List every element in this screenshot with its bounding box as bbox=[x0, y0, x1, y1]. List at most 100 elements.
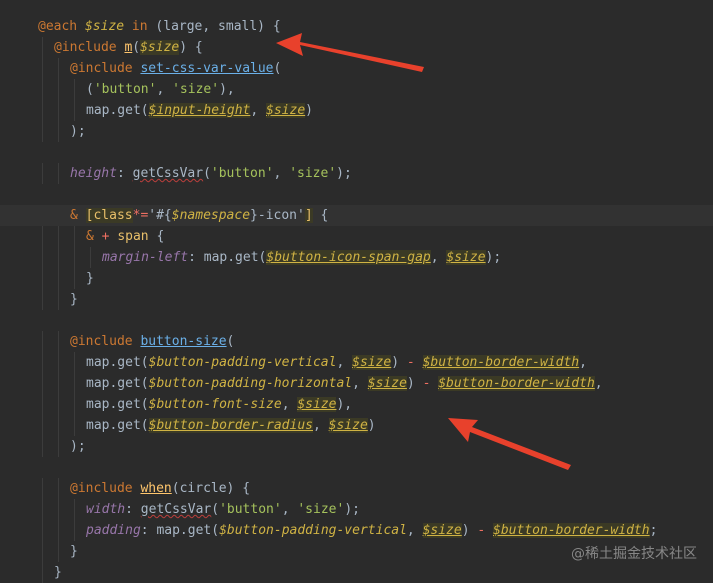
code-token: when bbox=[140, 481, 172, 496]
code-text: ); bbox=[70, 436, 86, 457]
code-token: ); bbox=[70, 439, 86, 454]
code-line: margin-left: map.get($button-icon-span-g… bbox=[0, 247, 713, 268]
code-token: '#{ bbox=[148, 208, 172, 223]
code-token: ), bbox=[336, 397, 353, 412]
code-token: class bbox=[93, 208, 133, 223]
code-text: map.get($button-border-radius, $size) bbox=[86, 415, 376, 436]
code-token: map.get( bbox=[86, 103, 149, 118]
code-token: : map.get( bbox=[140, 523, 220, 538]
code-token: $size bbox=[422, 523, 462, 538]
code-line: map.get($button-font-size, $size), bbox=[0, 394, 713, 415]
code-token: , bbox=[156, 82, 173, 97]
code-token: ] bbox=[304, 208, 313, 223]
code-text: padding: map.get($button-padding-vertica… bbox=[86, 520, 657, 541]
code-token: ( bbox=[226, 334, 235, 349]
code-text: map.get($button-padding-vertical, $size)… bbox=[86, 352, 587, 373]
code-token: , bbox=[594, 376, 603, 391]
code-token: ) { bbox=[179, 40, 203, 55]
code-text: @include button-size( bbox=[70, 331, 234, 352]
code-token: @include bbox=[54, 40, 125, 55]
code-token: , bbox=[273, 166, 290, 181]
code-line: width: getCssVar('button', 'size'); bbox=[0, 499, 713, 520]
watermark: @稀土掘金技术社区 bbox=[571, 546, 697, 562]
code-token: $size bbox=[297, 397, 337, 412]
code-token: ); bbox=[336, 166, 352, 181]
code-token: + bbox=[101, 229, 118, 244]
code-token: - bbox=[422, 376, 439, 391]
code-token: } bbox=[86, 271, 94, 286]
code-line: @include set-css-var-value( bbox=[0, 58, 713, 79]
code-token: ( bbox=[211, 502, 220, 517]
code-text: map.get($button-font-size, $size), bbox=[86, 394, 352, 415]
code-text: @include set-css-var-value( bbox=[70, 58, 281, 79]
code-text: ); bbox=[70, 121, 86, 142]
code-token: ( bbox=[273, 61, 282, 76]
code-text: } bbox=[86, 268, 94, 289]
code-text: @include when(circle) { bbox=[70, 478, 250, 499]
code-token: map.get( bbox=[86, 355, 149, 370]
code-token: @include bbox=[70, 481, 141, 496]
code-token: map.get( bbox=[86, 376, 149, 391]
code-token: ) bbox=[406, 376, 423, 391]
code-token: ( bbox=[86, 82, 94, 97]
code-token: map.get( bbox=[86, 418, 149, 433]
code-token: ) bbox=[461, 523, 478, 538]
code-text: } bbox=[54, 562, 62, 583]
code-token: - bbox=[406, 355, 423, 370]
code-text: map.get($button-padding-horizontal, $siz… bbox=[86, 373, 603, 394]
code-line: map.get($button-padding-vertical, $size)… bbox=[0, 352, 713, 373]
code-token: ; bbox=[649, 523, 658, 538]
code-token: getCssVar bbox=[132, 166, 204, 181]
code-token: , bbox=[281, 397, 298, 412]
code-line: @each $size in (large, small) { bbox=[0, 16, 713, 37]
code-token: width bbox=[86, 502, 126, 517]
code-line: map.get($input-height, $size) bbox=[0, 100, 713, 121]
code-token: $size bbox=[140, 40, 180, 55]
code-token: }-icon' bbox=[250, 208, 305, 223]
code-token: $button-icon-span-gap bbox=[266, 250, 431, 265]
code-line: } bbox=[0, 268, 713, 289]
code-line: ); bbox=[0, 121, 713, 142]
code-editor[interactable]: @each $size in (large, small) {@include … bbox=[0, 0, 713, 583]
code-token: { bbox=[312, 208, 329, 223]
code-line: @include button-size( bbox=[0, 331, 713, 352]
code-token: , bbox=[579, 355, 587, 370]
code-token: $size bbox=[266, 103, 306, 118]
code-text: } bbox=[70, 541, 78, 562]
code-token: ) bbox=[367, 418, 376, 433]
code-text: & + span { bbox=[86, 226, 164, 247]
code-token: } bbox=[70, 292, 78, 307]
code-text: ('button', 'size'), bbox=[86, 79, 235, 100]
code-line: } bbox=[0, 289, 713, 310]
code-token: , bbox=[250, 103, 267, 118]
code-token: : bbox=[116, 166, 133, 181]
code-token: 'size' bbox=[172, 82, 220, 97]
code-token: $button-padding-vertical bbox=[148, 355, 337, 370]
code-line: @include when(circle) { bbox=[0, 478, 713, 499]
code-token: $size bbox=[367, 376, 407, 391]
code-token: $size bbox=[84, 19, 125, 34]
code-text: } bbox=[70, 289, 78, 310]
code-line: map.get($button-border-radius, $size) bbox=[0, 415, 713, 436]
code-token: 'size' bbox=[297, 502, 345, 517]
code-token: $button-padding-vertical bbox=[219, 523, 407, 538]
code-line: & [class*='#{$namespace}-icon'] { bbox=[0, 205, 713, 226]
code-token: 'button' bbox=[93, 82, 157, 97]
code-token: *= bbox=[132, 208, 149, 223]
code-token: $button-font-size bbox=[148, 397, 282, 412]
code-token: $button-padding-horizontal bbox=[148, 376, 353, 391]
code-token: , bbox=[281, 502, 298, 517]
code-token: $input-height bbox=[148, 103, 251, 118]
code-token: padding bbox=[86, 523, 141, 538]
code-token: $size bbox=[446, 250, 486, 265]
code-token: button-size bbox=[140, 334, 227, 349]
code-token: , bbox=[406, 523, 423, 538]
code-text: @include m($size) { bbox=[54, 37, 203, 58]
code-line: padding: map.get($button-padding-vertica… bbox=[0, 520, 713, 541]
code-token: & bbox=[70, 208, 86, 223]
code-token: span bbox=[117, 229, 149, 244]
code-token: ) bbox=[305, 103, 313, 118]
